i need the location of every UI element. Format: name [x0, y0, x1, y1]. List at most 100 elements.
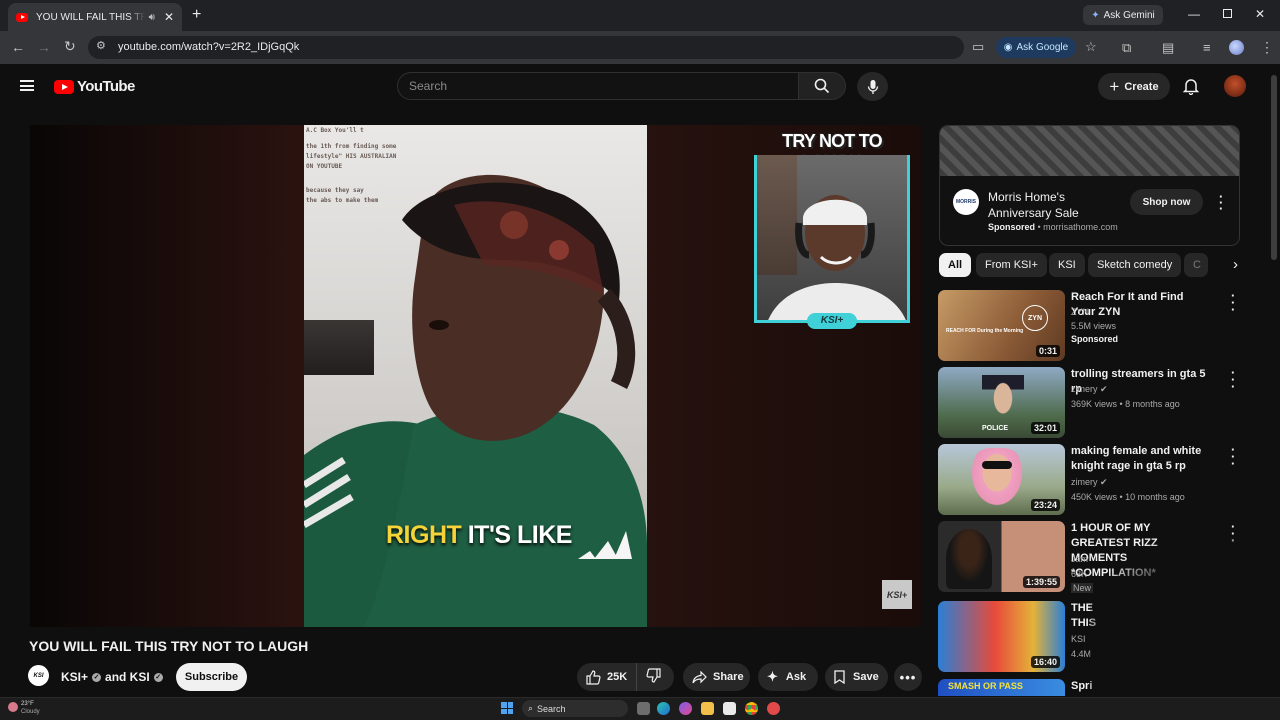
profile-avatar[interactable]	[1229, 40, 1244, 55]
item-menu-icon[interactable]: ···	[1231, 366, 1235, 393]
caption-text: IT'S LIKE	[467, 521, 573, 549]
minimize-button[interactable]: —	[1188, 7, 1200, 21]
like-count: 25K	[607, 671, 628, 683]
like-button[interactable]: 25K	[577, 663, 637, 691]
video-duration: 32:01	[1030, 422, 1060, 434]
taskbar-search[interactable]: ⌕ Search	[522, 700, 628, 717]
page-scrollbar[interactable]	[1271, 75, 1277, 260]
video-duration: 23:24	[1030, 499, 1060, 511]
browser-tab[interactable]: YOU WILL FAIL THIS TRY NOT TO LAUGH 🔊︎ ✕	[8, 3, 182, 31]
media-queue-icon[interactable]: ≡	[1203, 41, 1211, 54]
create-button[interactable]: + Create	[1098, 73, 1170, 100]
voice-search-button[interactable]	[857, 72, 888, 101]
video-stats: 4.4M	[1071, 649, 1092, 659]
recommendation-item[interactable]: 23:24 making female and white knight rag…	[938, 443, 1238, 516]
store-icon[interactable]	[723, 702, 736, 715]
recommendation-item[interactable]: REACH FOR During the Morning ZYN 0:31 Re…	[938, 289, 1238, 362]
video-title[interactable]: making female and white knight rage in g…	[1071, 444, 1209, 474]
app-icon[interactable]	[767, 702, 780, 715]
speaker-icon[interactable]: 🔊︎	[149, 12, 155, 23]
notifications-bell-icon[interactable]	[1183, 77, 1199, 95]
edge-icon[interactable]	[657, 702, 670, 715]
ad-logo: MORRIS	[953, 189, 979, 215]
ad-title: Morris Home's Anniversary Sale	[988, 190, 1079, 220]
video-thumbnail[interactable]: POLICE 32:01	[938, 367, 1065, 438]
video-thumbnail[interactable]: 1:39:55	[938, 521, 1065, 592]
ask-button[interactable]: ✦ Ask	[758, 663, 818, 691]
chip-all[interactable]: All	[939, 253, 972, 277]
windows-start-icon[interactable]	[501, 702, 513, 714]
ask-gemini-button[interactable]: ✦ Ask Gemini	[1083, 5, 1163, 25]
dislike-button[interactable]	[637, 668, 661, 686]
video-player[interactable]: A.C Box You'll t the 1th from finding so…	[30, 125, 921, 627]
subscribe-button[interactable]: Subscribe	[176, 663, 247, 691]
item-menu-icon[interactable]: ···	[1231, 289, 1235, 316]
thumbs-up-icon	[586, 669, 601, 685]
video-stats: 450K views • 10 months ago	[1071, 492, 1185, 502]
share-button[interactable]: Share	[683, 663, 750, 691]
restore-button[interactable]	[1223, 9, 1232, 18]
reload-icon[interactable]: ↻	[64, 39, 76, 53]
youtube-play-icon	[54, 79, 74, 94]
search-input[interactable]: Search	[397, 72, 799, 100]
channel-name[interactable]: KSI+	[61, 670, 88, 684]
caption-highlight: RIGHT	[386, 521, 462, 549]
youtube-logo[interactable]: YouTube	[54, 78, 135, 95]
channel-name[interactable]: ZYN	[1071, 307, 1089, 317]
chrome-menu-icon[interactable]: ⋮	[1260, 40, 1274, 54]
chip-ksi[interactable]: KSI	[1049, 253, 1085, 277]
video-thumbnail[interactable]: 23:24	[938, 444, 1065, 515]
channel-avatar[interactable]: KSI	[28, 665, 49, 686]
chips-next-chevron-icon[interactable]: ›	[1208, 253, 1238, 277]
hamburger-menu-icon[interactable]	[20, 80, 34, 91]
youtube-wordmark: YouTube	[77, 78, 135, 95]
recommendation-item[interactable]: POLICE 32:01 trolling streamers in gta 5…	[938, 366, 1238, 439]
search-button[interactable]	[798, 72, 846, 100]
address-omnibox[interactable]: ⚙ youtube.com/watch?v=2R2_IDjGqQk ▭ ◉ As…	[88, 36, 1097, 59]
item-menu-icon[interactable]: ···	[1231, 443, 1235, 470]
chip-from-ksi[interactable]: From KSI+	[976, 253, 1047, 277]
task-view-icon[interactable]	[637, 702, 650, 715]
ad-card[interactable]: MORRIS Morris Home's Anniversary Sale Sp…	[939, 125, 1240, 246]
more-actions-button[interactable]: •••	[894, 663, 922, 691]
account-avatar[interactable]	[1224, 75, 1246, 97]
bookmark-star-icon[interactable]: ☆	[1085, 40, 1097, 53]
zyn-badge: ZYN	[1022, 305, 1048, 331]
shop-now-button[interactable]: Shop now	[1130, 189, 1203, 215]
ask-google-button[interactable]: ◉ Ask Google	[996, 37, 1076, 58]
channel-watermark[interactable]: KSI+	[882, 580, 912, 609]
forward-arrow-icon[interactable]: →	[37, 40, 51, 54]
back-arrow-icon[interactable]: ←	[11, 40, 25, 54]
close-tab-icon[interactable]: ✕	[164, 10, 174, 24]
shadow-overlay	[1090, 540, 1280, 697]
video-thumbnail[interactable]: SMASH OR PASS	[938, 679, 1065, 696]
weather-widget[interactable]: 23°F Cloudy	[8, 700, 40, 716]
save-button[interactable]: Save	[825, 663, 888, 691]
channel-name[interactable]: KSI	[1071, 634, 1086, 644]
verified-check-icon: ✔	[1100, 384, 1108, 394]
channel-name[interactable]: zimery ✔	[1071, 477, 1108, 488]
ad-menu-icon[interactable]: · · ·	[1219, 190, 1223, 215]
ask-label: Ask	[785, 671, 807, 683]
chip-sketch-comedy[interactable]: Sketch comedy	[1088, 253, 1182, 277]
channel-name[interactable]: Jam	[1071, 554, 1088, 564]
video-title[interactable]: Reach For It and Find Your ZYN	[1071, 290, 1209, 320]
channel-names[interactable]: KSI+ ✓ and KSI ✓	[61, 670, 163, 684]
close-window-button[interactable]: ✕	[1255, 7, 1265, 21]
browser-tab-bar: YOU WILL FAIL THIS TRY NOT TO LAUGH 🔊︎ ✕…	[0, 0, 1280, 31]
chip-more[interactable]: C	[1184, 253, 1208, 277]
copilot-icon[interactable]	[679, 702, 692, 715]
site-settings-icon[interactable]: ⚙	[96, 41, 106, 52]
sponsored-label: Sponsored	[988, 222, 1036, 232]
file-explorer-icon[interactable]	[701, 702, 714, 715]
chrome-icon[interactable]	[745, 702, 758, 715]
video-thumbnail[interactable]: 16:40	[938, 601, 1065, 672]
channel-name[interactable]: zimery ✔	[1071, 384, 1108, 395]
video-thumbnail[interactable]: REACH FOR During the Morning ZYN 0:31	[938, 290, 1065, 361]
install-app-icon[interactable]: ▭	[972, 40, 984, 53]
new-tab-button[interactable]: +	[192, 6, 201, 24]
sidepanel-icon[interactable]: ▤	[1162, 41, 1174, 54]
sparkle-icon: ✦	[767, 669, 778, 684]
extensions-icon[interactable]: ⧉	[1122, 41, 1131, 54]
collab-channel[interactable]: and KSI	[105, 670, 150, 684]
